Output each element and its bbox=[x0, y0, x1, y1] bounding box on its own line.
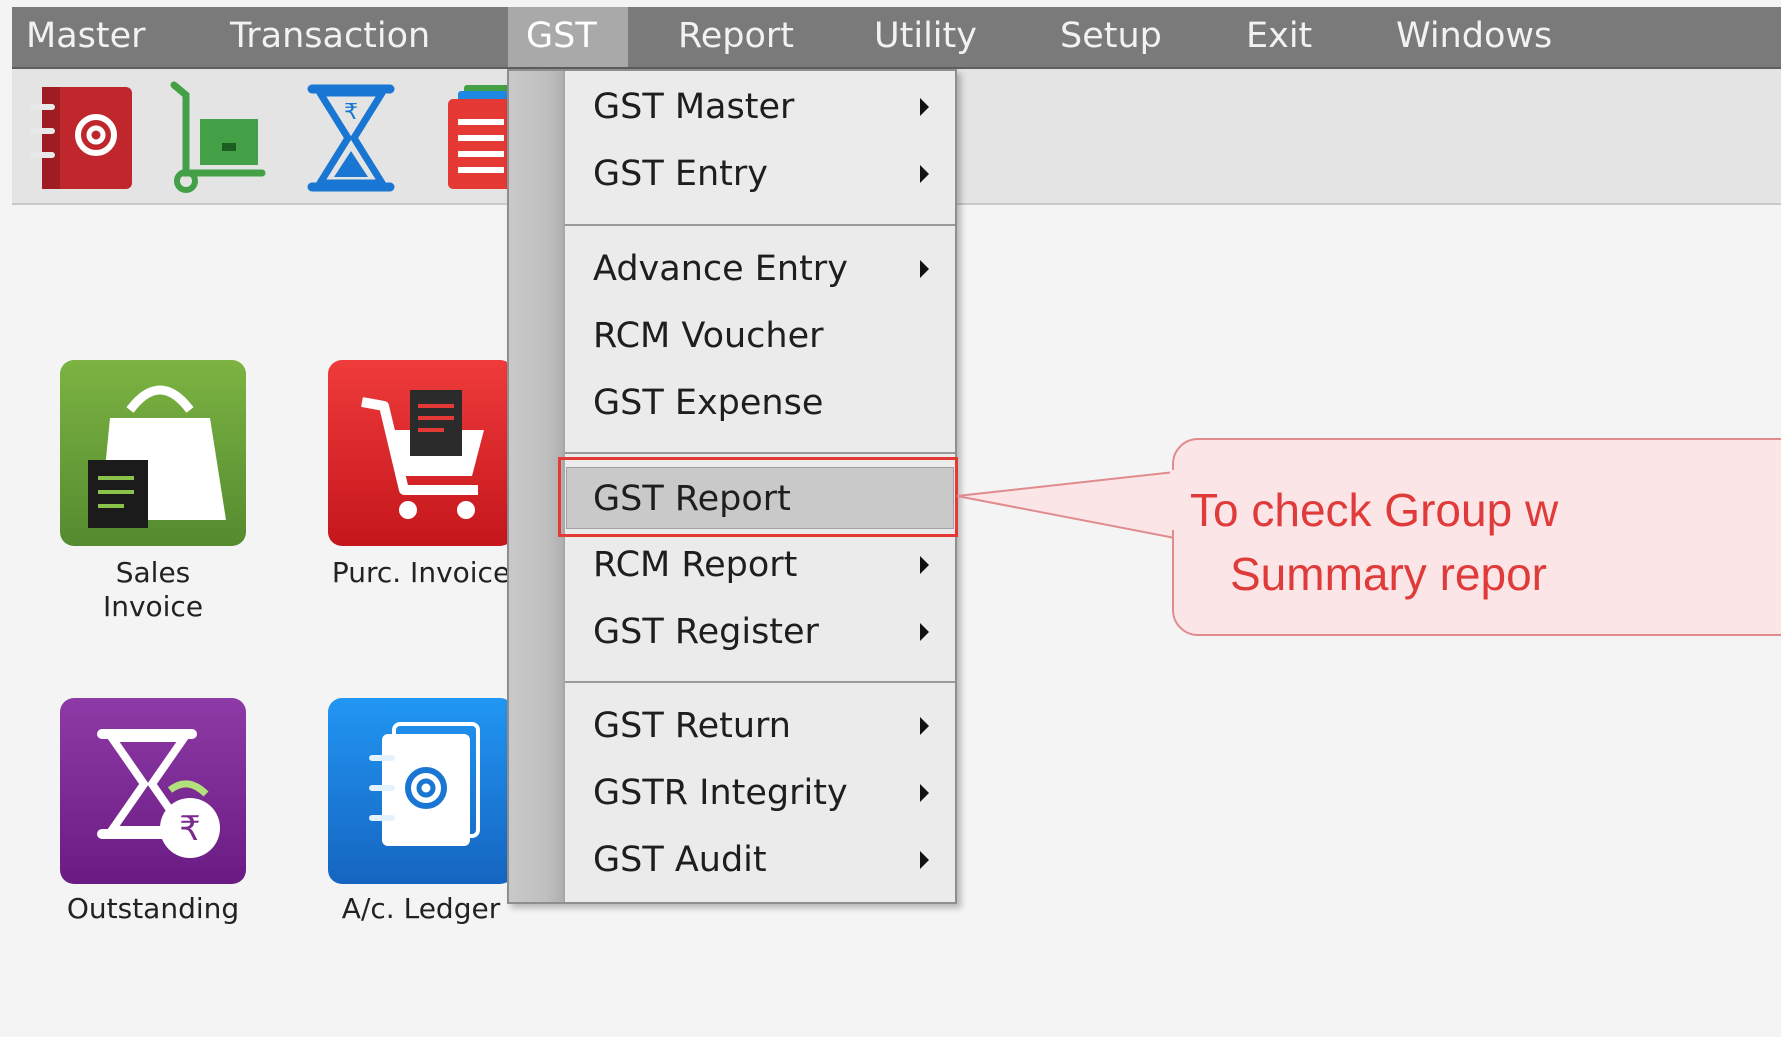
submenu-arrow-icon bbox=[920, 165, 929, 183]
menu-item-gst-entry[interactable]: GST Entry bbox=[563, 145, 953, 203]
menu-separator bbox=[565, 224, 955, 226]
sales-invoice-tile[interactable] bbox=[60, 360, 246, 546]
menu-item-label: Advance Entry bbox=[593, 249, 848, 289]
submenu-arrow-icon bbox=[920, 623, 929, 641]
menu-report[interactable]: Report bbox=[678, 7, 794, 67]
menu-item-label: GSTR Integrity bbox=[593, 773, 848, 813]
menu-item-gst-expense[interactable]: GST Expense bbox=[563, 374, 953, 432]
submenu-arrow-icon bbox=[920, 98, 929, 116]
callout-line2: Summary repor bbox=[1230, 548, 1547, 600]
tile-label-line2: Invoice bbox=[102, 590, 204, 623]
submenu-arrow-icon bbox=[920, 260, 929, 278]
menu-item-gst-return[interactable]: GST Return bbox=[563, 697, 953, 755]
menu-separator bbox=[565, 681, 955, 683]
purchase-invoice-tile[interactable] bbox=[328, 360, 514, 546]
trolley-icon[interactable] bbox=[166, 81, 266, 193]
menu-item-gstr-integrity[interactable]: GSTR Integrity bbox=[563, 764, 953, 822]
purchase-invoice-label: Purc. Invoice bbox=[328, 556, 514, 590]
account-ledger-label: A/c. Ledger bbox=[328, 892, 514, 926]
menu-exit[interactable]: Exit bbox=[1246, 7, 1312, 67]
outstanding-tile[interactable]: ₹ bbox=[60, 698, 246, 884]
menu-item-label: GST Return bbox=[593, 706, 791, 746]
callout-pointer bbox=[956, 470, 1176, 540]
hourglass-rupee-icon: ₹ bbox=[97, 729, 220, 858]
menu-item-rcm-voucher[interactable]: RCM Voucher bbox=[563, 307, 953, 365]
callout-text: To check Group w Summary repor bbox=[1190, 478, 1558, 606]
menu-item-label: RCM Report bbox=[593, 545, 798, 585]
menu-item-advance-entry[interactable]: Advance Entry bbox=[563, 240, 953, 298]
hourglass-rupee-icon[interactable]: ₹ bbox=[306, 83, 396, 193]
submenu-arrow-icon bbox=[920, 784, 929, 802]
menu-separator bbox=[565, 452, 955, 454]
submenu-arrow-icon bbox=[920, 556, 929, 574]
outstanding-label: Outstanding bbox=[60, 892, 246, 926]
tile-label-line1: Sales bbox=[115, 556, 191, 589]
highlight-box bbox=[558, 457, 958, 537]
menu-item-label: GST Register bbox=[593, 612, 819, 652]
sales-invoice-label: Sales Invoice bbox=[60, 556, 246, 624]
tile-label-line1: Outstanding bbox=[66, 892, 240, 925]
menu-item-label: GST Entry bbox=[593, 154, 768, 194]
menu-item-label: GST Master bbox=[593, 87, 795, 127]
menu-item-gst-master[interactable]: GST Master bbox=[563, 78, 953, 136]
menu-item-gst-audit[interactable]: GST Audit bbox=[563, 831, 953, 889]
menu-bar: Master Transaction GST Report Utility Se… bbox=[12, 7, 1781, 69]
menu-gst[interactable]: GST bbox=[508, 7, 628, 67]
menu-utility[interactable]: Utility bbox=[874, 7, 977, 67]
svg-text:₹: ₹ bbox=[179, 809, 201, 849]
submenu-arrow-icon bbox=[920, 717, 929, 735]
menu-master[interactable]: Master bbox=[26, 7, 146, 67]
menu-windows[interactable]: Windows bbox=[1396, 7, 1552, 67]
submenu-arrow-icon bbox=[920, 851, 929, 869]
address-book-icon bbox=[369, 722, 480, 846]
menu-item-rcm-report[interactable]: RCM Report bbox=[563, 536, 953, 594]
address-book-icon[interactable] bbox=[28, 83, 138, 193]
menu-gutter bbox=[509, 71, 565, 902]
callout-pointer-cover bbox=[1170, 470, 1178, 530]
menu-transaction[interactable]: Transaction bbox=[230, 7, 430, 67]
cart-icon bbox=[361, 390, 484, 519]
account-ledger-tile[interactable] bbox=[328, 698, 514, 884]
callout-line1: To check Group w bbox=[1190, 484, 1559, 536]
menu-item-label: GST Audit bbox=[593, 840, 767, 880]
shopping-bag-icon bbox=[88, 385, 226, 528]
tile-label-line1: A/c. Ledger bbox=[341, 892, 501, 925]
menu-setup[interactable]: Setup bbox=[1060, 7, 1162, 67]
menu-item-label: GST Expense bbox=[593, 383, 824, 423]
svg-text:₹: ₹ bbox=[344, 100, 358, 125]
menu-item-label: RCM Voucher bbox=[593, 316, 824, 356]
menu-item-gst-register[interactable]: GST Register bbox=[563, 603, 953, 661]
tile-label-line1: Purc. Invoice bbox=[331, 556, 511, 589]
